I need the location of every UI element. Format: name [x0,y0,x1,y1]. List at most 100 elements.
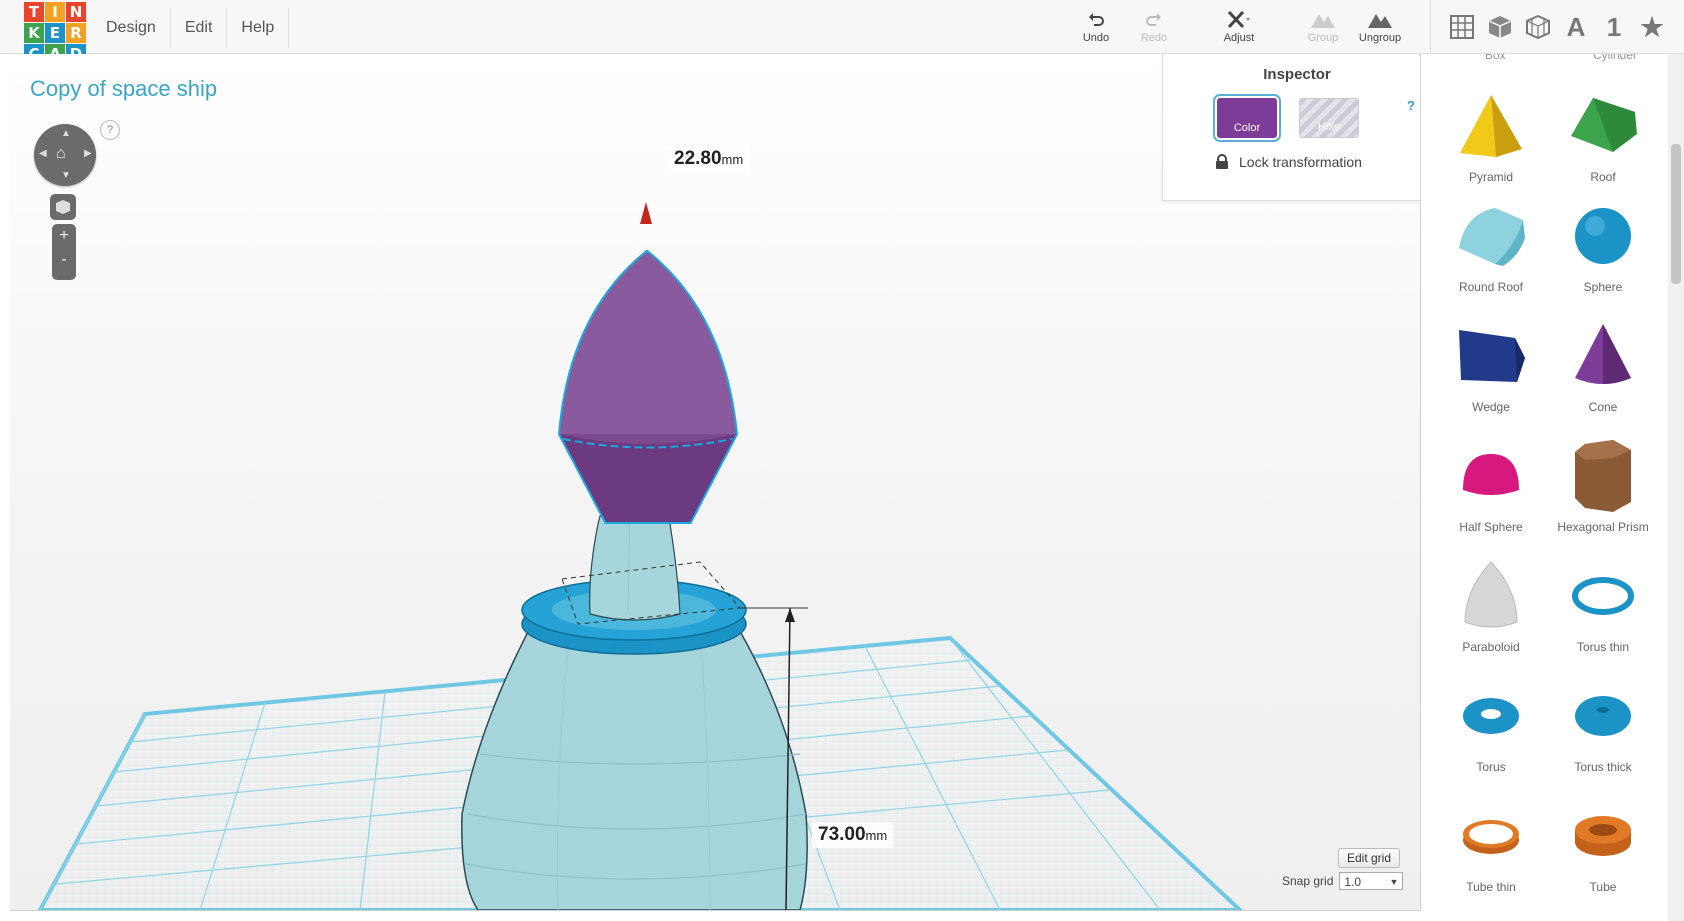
library-scrollbar[interactable] [1668,54,1684,921]
snap-grid-select[interactable]: 1.0 [1339,872,1404,891]
hole-swatch[interactable]: Hole [1299,98,1359,138]
design-title[interactable]: Copy of space ship [30,76,217,102]
shape-torus[interactable]: Torus [1435,674,1547,774]
snap-grid-value: 1.0 [1344,875,1362,889]
round-roof-icon [1459,208,1525,266]
color-label: Color [1233,122,1261,134]
menu-design[interactable]: Design [92,8,171,48]
height-dimension[interactable]: 22.80mm [668,146,750,172]
cube-icon [56,200,70,214]
logo-letter: R [66,23,86,43]
pyramid-icon [1460,95,1522,157]
orbit-down-icon[interactable]: ▼ [61,170,71,181]
number-shape-icon[interactable]: 1 [1595,8,1633,46]
home-view-icon[interactable]: ⌂ [56,145,66,163]
height-arrow-icon[interactable] [640,202,652,224]
cone-icon [1575,324,1631,384]
tube-thin-icon [1463,820,1519,854]
edit-grid-button[interactable]: Edit grid [1338,848,1401,868]
orbit-right-icon[interactable]: ▶ [84,148,92,159]
shape-round-roof[interactable]: Round Roof [1435,194,1547,294]
undo-icon [1066,8,1126,32]
logo-letter: T [24,2,44,22]
wireframe-view-icon[interactable] [1519,8,1557,46]
nose-cone-shape[interactable] [557,249,739,524]
torus-icon [1463,698,1519,734]
adjust-label: Adjust [1223,32,1255,44]
color-swatch[interactable]: Color [1213,94,1281,142]
elevation-value[interactable]: 73.00 [818,824,866,845]
elevation-dimension[interactable]: 73.00mm [812,822,894,848]
shape-tube[interactable]: Tube [1547,794,1659,894]
shape-label: Torus [1476,760,1506,774]
snap-grid-control: Snap grid 1.0 [1282,872,1404,891]
shape-roof[interactable]: Roof [1547,84,1659,184]
shape-label-cylinder: Cylinder [1593,54,1638,62]
menu-edit[interactable]: Edit [171,8,228,48]
zoom-out-button[interactable]: - [52,248,76,272]
library-scroll-thumb[interactable] [1671,144,1681,284]
shape-label: Pyramid [1468,170,1513,184]
shape-sphere[interactable]: Sphere [1547,194,1659,294]
shape-label-box: Box [1485,54,1506,62]
shape-label: Paraboloid [1462,640,1520,654]
group-button[interactable]: Group [1293,8,1353,44]
undo-button[interactable]: Undo [1066,8,1126,44]
text-shape-icon[interactable]: A [1557,8,1595,46]
inspector-title: Inspector [1263,66,1331,83]
roof-icon [1571,98,1637,152]
fit-view-button[interactable] [50,194,76,220]
redo-button[interactable]: Redo [1124,8,1184,44]
workplane-viewport[interactable]: Copy of space ship ▲ ▼ ◀ ▶ ⌂ ? + - 22.80… [10,54,1421,911]
hole-label: Hole [1317,121,1341,133]
inspector-help-icon[interactable]: ? [1407,98,1415,113]
height-unit: mm [721,152,744,167]
lock-icon [1216,154,1228,169]
favorites-star-icon[interactable]: ★ [1633,8,1671,46]
shape-label: Wedge [1472,400,1510,414]
lock-label: Lock transformation [1239,154,1362,170]
shape-label: Roof [1590,170,1616,184]
adjust-button[interactable]: Adjust [1209,8,1269,44]
ungroup-button[interactable]: Ungroup [1350,8,1410,44]
group-label: Group [1307,32,1339,44]
elevation-unit: mm [865,828,888,843]
shape-wedge[interactable]: Wedge [1435,314,1547,414]
zoom-in-button[interactable]: + [52,224,76,248]
shape-torus-thin[interactable]: Torus thin [1547,554,1659,654]
shape-cone[interactable]: Cone [1547,314,1659,414]
ungroup-label: Ungroup [1358,32,1402,44]
orbit-up-icon[interactable]: ▲ [61,128,71,139]
shape-label: Tube [1589,880,1617,894]
top-bar: T I N K E R C A D Design Edit Help Undo … [0,0,1684,64]
snap-grid-label: Snap grid [1282,874,1334,888]
shape-pyramid[interactable]: Pyramid [1435,84,1547,184]
torus-thick-icon [1575,696,1631,736]
shape-tube-thin[interactable]: Tube thin [1435,794,1547,894]
shape-label: Round Roof [1458,280,1524,294]
height-value[interactable]: 22.80 [674,148,722,169]
shape-paraboloid[interactable]: Paraboloid [1435,554,1547,654]
orbit-left-icon[interactable]: ◀ [39,148,47,159]
orbit-control[interactable]: ▲ ▼ ◀ ▶ ⌂ [34,124,96,186]
redo-label: Redo [1140,32,1168,44]
redo-icon [1124,8,1184,32]
shape-label: Tube thin [1466,880,1516,894]
cube-view-icon[interactable] [1481,8,1519,46]
nav-help-icon[interactable]: ? [100,120,120,140]
shape-label: Half Sphere [1459,520,1523,534]
shape-hexagonal-prism[interactable]: Hexagonal Prism [1547,434,1659,534]
grid-view-icon[interactable] [1443,8,1481,46]
menu-help[interactable]: Help [227,8,290,48]
shape-half-sphere[interactable]: Half Sphere [1435,434,1547,534]
sphere-icon [1575,208,1631,264]
inspector-panel: Inspector Color Hole ? Lock transformati… [1162,54,1420,201]
rocket-body-shape[interactable] [461,627,808,910]
wedge-icon [1459,330,1525,382]
shape-torus-thick[interactable]: Torus thick [1547,674,1659,774]
shape-label: Torus thin [1576,640,1630,654]
torus-thin-icon [1572,577,1634,615]
half-sphere-icon [1463,454,1519,495]
lock-transformation-toggle[interactable]: Lock transformation [1215,154,1362,170]
logo-letter: I [45,2,65,22]
